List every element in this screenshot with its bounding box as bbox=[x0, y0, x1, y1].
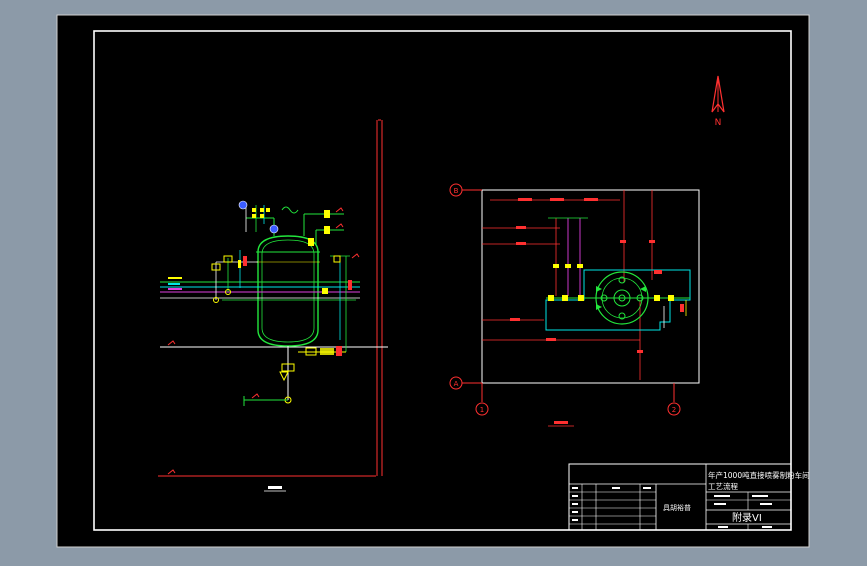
grid-label-a: A bbox=[454, 380, 459, 388]
drawing-label: 附录VI bbox=[732, 511, 762, 524]
cad-viewport[interactable]: N B A 1 2 年产1000吨直接喷雾制粉车间 工艺流程 具胡裕普 附录VI bbox=[0, 0, 867, 562]
grid-label-1: 1 bbox=[480, 406, 484, 414]
grid-label-2: 2 bbox=[672, 406, 676, 414]
plan-caption-mark bbox=[554, 421, 568, 424]
title-line-1: 年产1000吨直接喷雾制粉车间 bbox=[708, 470, 810, 480]
north-label: N bbox=[715, 118, 722, 128]
stamp-text: 具胡裕普 bbox=[663, 503, 691, 512]
drawing-sheet bbox=[56, 14, 810, 548]
elevation-caption-mark bbox=[268, 486, 282, 489]
cad-drawing: N B A 1 2 年产1000吨直接喷雾制粉车间 工艺流程 具胡裕普 附录VI bbox=[56, 14, 810, 548]
grid-label-b: B bbox=[454, 187, 459, 195]
title-line-2: 工艺流程 bbox=[708, 481, 738, 491]
